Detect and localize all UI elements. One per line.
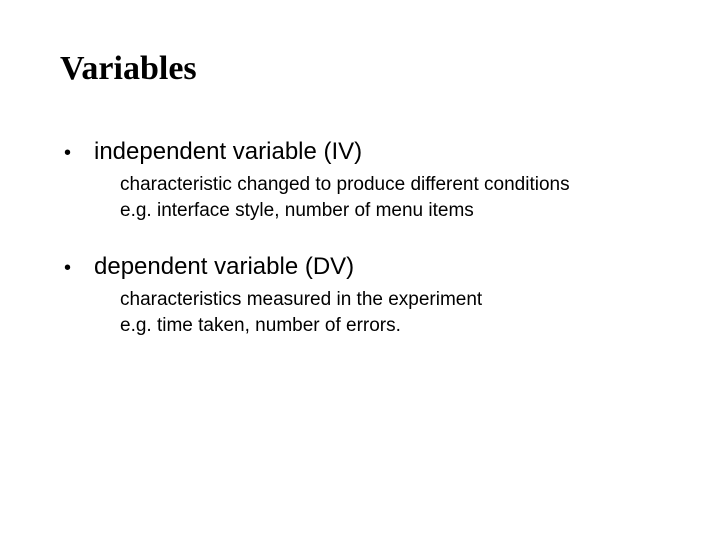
bullet-icon: • (60, 256, 94, 280)
bullet-item: • independent variable (IV) characterist… (60, 138, 660, 223)
bullet-line: • dependent variable (DV) (60, 253, 660, 281)
detail-line: characteristic changed to produce differ… (120, 172, 600, 198)
bullet-line: • independent variable (IV) (60, 138, 660, 166)
bullet-label: independent variable (IV) (94, 138, 362, 166)
bullet-detail: characteristics measured in the experime… (120, 287, 600, 338)
detail-line: characteristics measured in the experime… (120, 287, 600, 313)
slide: Variables • independent variable (IV) ch… (0, 0, 720, 540)
detail-line: e.g. time taken, number of errors. (120, 313, 600, 339)
bullet-item: • dependent variable (DV) characteristic… (60, 253, 660, 338)
slide-title: Variables (60, 50, 660, 88)
bullet-icon: • (60, 141, 94, 165)
bullet-detail: characteristic changed to produce differ… (120, 172, 600, 223)
bullet-label: dependent variable (DV) (94, 253, 354, 281)
detail-line: e.g. interface style, number of menu ite… (120, 198, 600, 224)
